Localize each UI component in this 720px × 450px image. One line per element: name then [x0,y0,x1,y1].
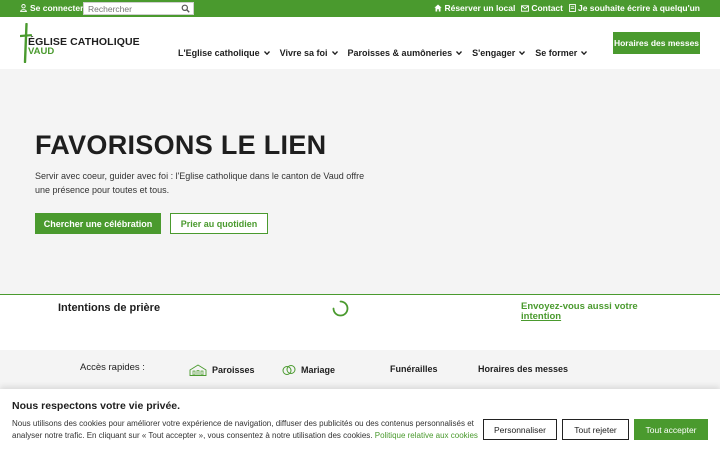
loading-spinner-icon [332,300,349,317]
contact-label: Contact [531,3,563,13]
chevron-down-icon [456,51,463,55]
nav-label: Paroisses & aumôneries [347,48,453,58]
hero-title: FAVORISONS LE LIEN [35,130,327,160]
logo-line2: VAUD [28,46,55,57]
contact-link[interactable]: Contact [521,3,563,13]
home-icon [434,4,443,12]
quick-access-label: Accès rapides : [80,362,145,373]
reject-all-button[interactable]: Tout rejeter [562,419,629,440]
nav-label: Se former [535,48,578,58]
intentions-title: Intentions de prière [58,302,161,314]
main-nav: L'Eglise catholique Vivre sa foi Paroiss… [178,48,588,58]
send-intention-link[interactable]: Envoyez-vous aussi votre intention [521,302,651,322]
reserve-room-link[interactable]: Réserver un local [434,3,515,13]
pray-daily-button[interactable]: Prier au quotidien [170,213,268,234]
quick-access-mariage[interactable]: Mariage [282,364,335,376]
quick-access-funerailles[interactable]: Funérailles [390,364,438,374]
cookie-policy-link[interactable]: Politique relative aux cookies [375,431,478,440]
find-celebration-button[interactable]: Chercher une célébration [35,213,161,234]
write-someone-label: Je souhaite écrire à quelqu'un [577,3,700,13]
quick-access-label-text: Horaires des messes [478,364,569,374]
document-icon [569,4,576,12]
site-header: ÉGLISE CATHOLIQUE VAUD L'Eglise catholiq… [0,17,720,69]
hero-subtitle: Servir avec coeur, guider avec foi : l'E… [35,171,365,195]
church-icon [189,364,207,376]
user-icon [20,4,27,12]
quick-access-label-text: Mariage [301,365,336,375]
prayer-intentions-section: Intentions de prière Envoyez-vous aussi … [0,294,720,350]
nav-label: Vivre sa foi [279,48,328,58]
login-link[interactable]: Se connecter [20,3,83,13]
rings-icon [282,365,296,375]
reserve-room-label: Réserver un local [444,3,516,13]
search-box [83,2,194,15]
cookie-title: Nous respectons votre vie privée. [12,400,181,412]
nav-s-engager[interactable]: S'engager [472,48,526,58]
top-links: Réserver un local Contact Je souhaite éc… [434,3,700,13]
quick-access-horaires[interactable]: Horaires des messes [478,364,568,374]
send-intention-line2: intention [521,311,562,322]
write-someone-link[interactable]: Je souhaite écrire à quelqu'un [569,3,700,13]
cookie-text: Nous utilisons des cookies pour améliore… [12,418,482,442]
customize-button[interactable]: Personnaliser [483,419,557,440]
accept-all-button[interactable]: Tout accepter [634,419,708,440]
chevron-down-icon [331,51,338,55]
quick-access-paroisses[interactable]: Paroisses [189,364,255,376]
nav-paroisses-aumoneries[interactable]: Paroisses & aumôneries [348,48,463,58]
site-logo[interactable]: ÉGLISE CATHOLIQUE VAUD [19,23,140,63]
quick-access-label-text: Funérailles [390,364,438,374]
nav-eglise-catholique[interactable]: L'Eglise catholique [178,48,270,58]
nav-vivre-sa-foi[interactable]: Vivre sa foi [280,48,338,58]
quick-access-label-text: Paroisses [212,365,255,375]
mass-times-button[interactable]: Horaires des messes [613,32,700,54]
nav-label: L'Eglise catholique [178,48,260,58]
envelope-icon [521,4,530,12]
search-icon[interactable] [181,4,190,13]
nav-se-former[interactable]: Se former [535,48,588,58]
chevron-down-icon [581,51,588,55]
login-label: Se connecter [30,3,84,13]
search-input[interactable] [84,3,176,14]
chevron-down-icon [263,51,270,55]
nav-label: S'engager [472,48,516,58]
chevron-down-icon [519,51,526,55]
cookie-banner: Nous respectons votre vie privée. Nous u… [0,389,720,450]
top-bar: Se connecter Réserver un local Contact J… [0,0,720,17]
